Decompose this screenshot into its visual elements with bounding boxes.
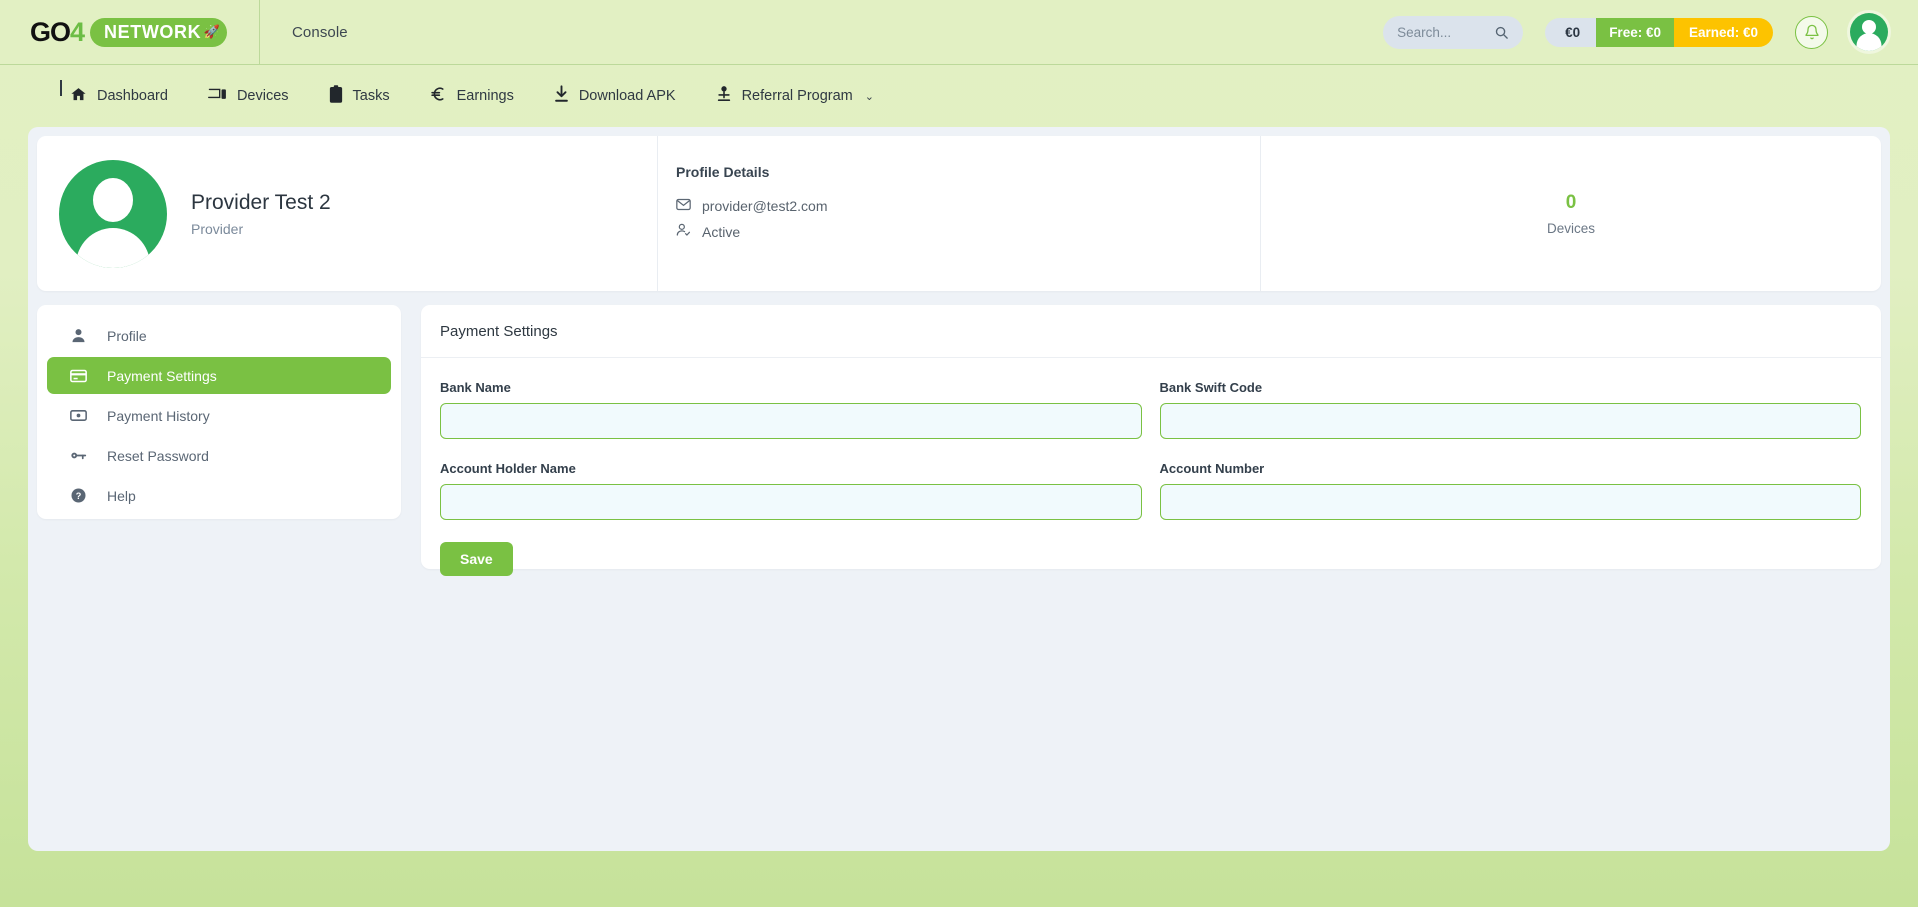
profile-name: Provider Test 2	[191, 190, 331, 214]
search-box[interactable]	[1383, 15, 1524, 49]
nav-item-download-apk[interactable]: Download APK	[554, 85, 676, 107]
person-icon	[69, 328, 87, 343]
sidebar-item-payment-settings[interactable]: Payment Settings	[47, 357, 391, 394]
profile-role: Provider	[191, 220, 244, 237]
sidebar-item-label: Profile	[107, 327, 147, 344]
help-circle-icon: ?	[69, 488, 87, 503]
mail-icon	[676, 198, 691, 214]
content-wrapper: Provider Test 2 Provider Profile Details…	[28, 127, 1890, 851]
devices-stat-label: Devices	[1546, 220, 1595, 236]
nav-item-referral-program[interactable]: Referral Program ⌄	[716, 85, 874, 107]
profile-email: provider@test2.com	[702, 198, 828, 214]
avatar-body	[1856, 33, 1882, 51]
brand-logo[interactable]: GO4 NETWORK 🚀	[30, 16, 228, 47]
nav-label: Download APK	[578, 88, 676, 104]
payment-form: Bank Name Bank Swift Code Account Holder…	[421, 358, 1881, 576]
balance-chips[interactable]: €0 Free: €0 Earned: €0	[1545, 17, 1773, 47]
sidebar-item-label: Payment Settings	[107, 367, 217, 384]
logo-zone: GO4 NETWORK 🚀	[0, 0, 260, 65]
save-button[interactable]: Save	[440, 542, 513, 576]
account-holder-name-input[interactable]	[440, 484, 1142, 520]
profile-status: Active	[702, 223, 741, 240]
credit-card-icon	[69, 369, 87, 383]
profile-card: Provider Test 2 Provider Profile Details…	[37, 136, 1881, 291]
nav-label: Tasks	[352, 88, 390, 104]
settings-sidebar: Profile Payment Settings Payment History…	[37, 305, 401, 519]
balance-earned: Earned: €0	[1673, 17, 1773, 47]
form-grid: Bank Name Bank Swift Code Account Holder…	[440, 380, 1861, 538]
console-label: Console	[292, 23, 348, 41]
nav-item-tasks[interactable]: Tasks	[329, 85, 390, 107]
account-number-input[interactable]	[1159, 484, 1861, 520]
home-icon	[70, 86, 87, 107]
banknote-icon	[69, 409, 87, 422]
field-bank-swift-code: Bank Swift Code	[1159, 380, 1861, 457]
search-icon[interactable]	[1494, 25, 1509, 40]
sidebar-item-profile[interactable]: Profile	[47, 317, 391, 354]
avatar-body	[76, 227, 150, 268]
profile-identity: Provider Test 2 Provider	[37, 136, 657, 291]
balance-total: €0	[1545, 17, 1597, 47]
field-label: Bank Name	[440, 380, 511, 395]
person-share-icon	[716, 85, 732, 107]
payment-settings-panel: Payment Settings Bank Name Bank Swift Co…	[421, 305, 1881, 576]
devices-stat: 0 Devices	[1261, 136, 1881, 291]
sidebar-item-label: Payment History	[107, 407, 210, 424]
rocket-icon: 🚀	[203, 24, 221, 39]
balance-free: Free: €0	[1596, 17, 1674, 47]
nav-item-dashboard[interactable]: Dashboard	[60, 79, 168, 107]
top-header: GO4 NETWORK 🚀 Console €0 Free: €0 Earned…	[0, 0, 1918, 65]
euro-icon	[430, 85, 447, 107]
header-actions: €0 Free: €0 Earned: €0	[1383, 13, 1918, 51]
sidebar-item-label: Reset Password	[107, 447, 209, 464]
field-label: Account Number	[1159, 461, 1265, 476]
bank-swift-code-input[interactable]	[1159, 403, 1861, 439]
field-account-holder-name: Account Holder Name	[440, 461, 1142, 538]
sidebar-item-payment-history[interactable]: Payment History	[47, 397, 391, 434]
nav-item-earnings[interactable]: Earnings	[430, 85, 514, 107]
logo-network-pill: NETWORK 🚀	[90, 17, 228, 47]
bank-name-input[interactable]	[440, 403, 1142, 439]
svg-text:?: ?	[75, 491, 81, 501]
main-nav: Dashboard Devices Tasks Earnings Downloa…	[0, 65, 1918, 127]
devices-icon	[207, 86, 227, 107]
devices-count: 0	[1565, 191, 1577, 213]
profile-email-row: provider@test2.com	[676, 198, 1260, 214]
nav-label: Earnings	[456, 88, 514, 104]
search-input[interactable]	[1397, 24, 1487, 40]
profile-details-title: Profile Details	[676, 164, 770, 180]
avatar[interactable]	[1850, 13, 1888, 51]
nav-item-devices[interactable]: Devices	[207, 86, 289, 107]
avatar-head	[93, 177, 133, 222]
logo-pill-text: NETWORK	[104, 21, 202, 42]
field-bank-name: Bank Name	[440, 380, 1142, 457]
nav-label: Dashboard	[97, 88, 168, 104]
field-label: Account Holder Name	[440, 461, 576, 476]
logo-text: GO4	[30, 16, 85, 47]
profile-status-row: Active	[676, 223, 1260, 240]
field-account-number: Account Number	[1159, 461, 1861, 538]
nav-label: Referral Program	[741, 88, 853, 104]
profile-avatar	[59, 159, 167, 268]
panel-title: Payment Settings	[421, 305, 1881, 358]
download-icon	[554, 85, 569, 107]
nav-label: Devices	[236, 88, 289, 104]
settings-columns: Profile Payment Settings Payment History…	[37, 305, 1881, 576]
bell-icon[interactable]	[1795, 15, 1828, 49]
sidebar-item-help[interactable]: ? Help	[47, 477, 391, 514]
clipboard-icon	[329, 85, 343, 107]
chevron-down-icon[interactable]: ⌄	[865, 90, 874, 103]
profile-details: Profile Details provider@test2.com Activ…	[657, 136, 1261, 291]
sidebar-item-reset-password[interactable]: Reset Password	[47, 437, 391, 474]
avatar-head	[1862, 20, 1876, 34]
key-icon	[69, 449, 87, 462]
sidebar-item-label: Help	[107, 487, 136, 504]
field-label: Bank Swift Code	[1159, 380, 1263, 395]
user-check-icon	[676, 223, 691, 240]
text-cursor	[60, 79, 62, 96]
